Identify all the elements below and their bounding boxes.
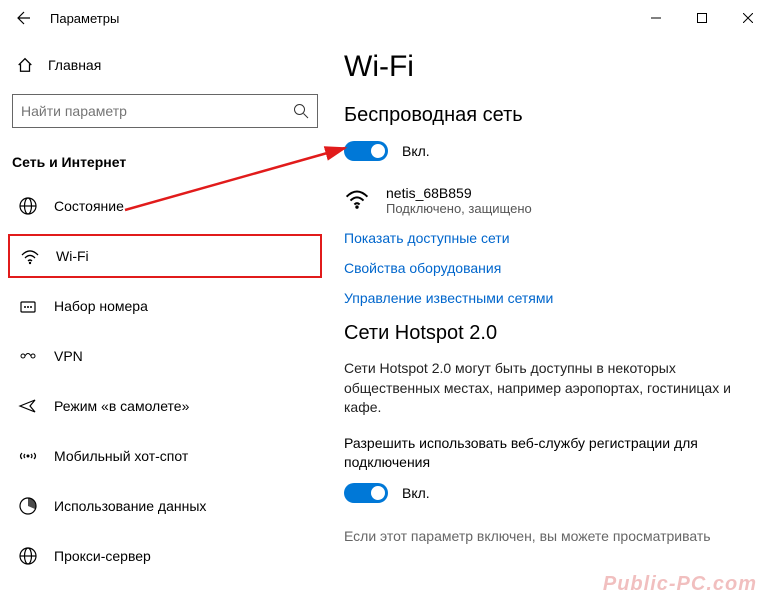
wifi-toggle[interactable] — [344, 141, 388, 161]
nav-item-airplane[interactable]: Режим «в самолете» — [8, 384, 322, 428]
nav-item-data-usage[interactable]: Использование данных — [8, 484, 322, 528]
nav-item-dialup[interactable]: Набор номера — [8, 284, 322, 328]
back-arrow-icon — [16, 10, 32, 26]
search-input[interactable] — [21, 103, 293, 119]
section-wireless: Беспроводная сеть — [344, 104, 757, 127]
hotspot-toggle[interactable] — [344, 483, 388, 503]
network-name: netis_68B859 — [386, 185, 532, 201]
link-hardware-props[interactable]: Свойства оборудования — [344, 260, 757, 276]
link-show-networks[interactable]: Показать доступные сети — [344, 230, 757, 246]
hotspot-toggle-label: Вкл. — [402, 485, 430, 501]
nav-item-hotspot[interactable]: Мобильный хот-спот — [8, 434, 322, 478]
airplane-icon — [18, 396, 38, 416]
title-bar: Параметры — [0, 0, 775, 36]
wifi-icon — [20, 246, 40, 266]
page-title: Wi-Fi — [344, 50, 757, 84]
maximize-button[interactable] — [679, 0, 725, 36]
network-status: Подключено, защищено — [386, 201, 532, 216]
nav-item-status[interactable]: Состояние — [8, 184, 322, 228]
wifi-secure-icon — [344, 185, 370, 211]
minimize-button[interactable] — [633, 0, 679, 36]
nav-label: Wi-Fi — [56, 248, 89, 264]
search-icon — [293, 103, 309, 119]
dialup-icon — [18, 296, 38, 316]
home-icon — [16, 56, 34, 74]
data-usage-icon — [18, 496, 38, 516]
nav-label: Прокси-сервер — [54, 548, 151, 564]
nav-label: Мобильный хот-спот — [54, 448, 188, 464]
minimize-icon — [651, 13, 661, 23]
window-title: Параметры — [50, 11, 119, 26]
section-hotspot: Сети Hotspot 2.0 — [344, 322, 757, 345]
hotspot-note: Если этот параметр включен, вы можете пр… — [344, 527, 757, 547]
sidebar: Главная Сеть и Интернет Состояние — [0, 36, 330, 606]
close-button[interactable] — [725, 0, 771, 36]
search-box[interactable] — [12, 94, 318, 128]
back-button[interactable] — [4, 0, 44, 36]
close-icon — [743, 13, 753, 23]
nav-label: Использование данных — [54, 498, 206, 514]
home-label: Главная — [48, 57, 101, 73]
nav-label: Режим «в самолете» — [54, 398, 189, 414]
current-network[interactable]: netis_68B859 Подключено, защищено — [344, 185, 757, 216]
proxy-icon — [18, 546, 38, 566]
hotspot-icon — [18, 446, 38, 466]
maximize-icon — [697, 13, 707, 23]
globe-icon — [18, 196, 38, 216]
vpn-icon — [18, 346, 38, 366]
nav-label: Набор номера — [54, 298, 148, 314]
nav-label: Состояние — [54, 198, 124, 214]
wifi-toggle-label: Вкл. — [402, 143, 430, 159]
nav-item-proxy[interactable]: Прокси-сервер — [8, 534, 322, 578]
nav-item-vpn[interactable]: VPN — [8, 334, 322, 378]
home-nav[interactable]: Главная — [8, 46, 322, 84]
hotspot-description: Сети Hotspot 2.0 могут быть доступны в н… — [344, 359, 757, 418]
category-heading: Сеть и Интернет — [8, 146, 322, 184]
link-manage-known[interactable]: Управление известными сетями — [344, 290, 757, 306]
nav-item-wifi[interactable]: Wi-Fi — [8, 234, 322, 278]
main-panel: Wi-Fi Беспроводная сеть Вкл. netis_68B85… — [330, 36, 775, 606]
nav-label: VPN — [54, 348, 83, 364]
hotspot-option-label: Разрешить использовать веб-службу регист… — [344, 434, 757, 473]
